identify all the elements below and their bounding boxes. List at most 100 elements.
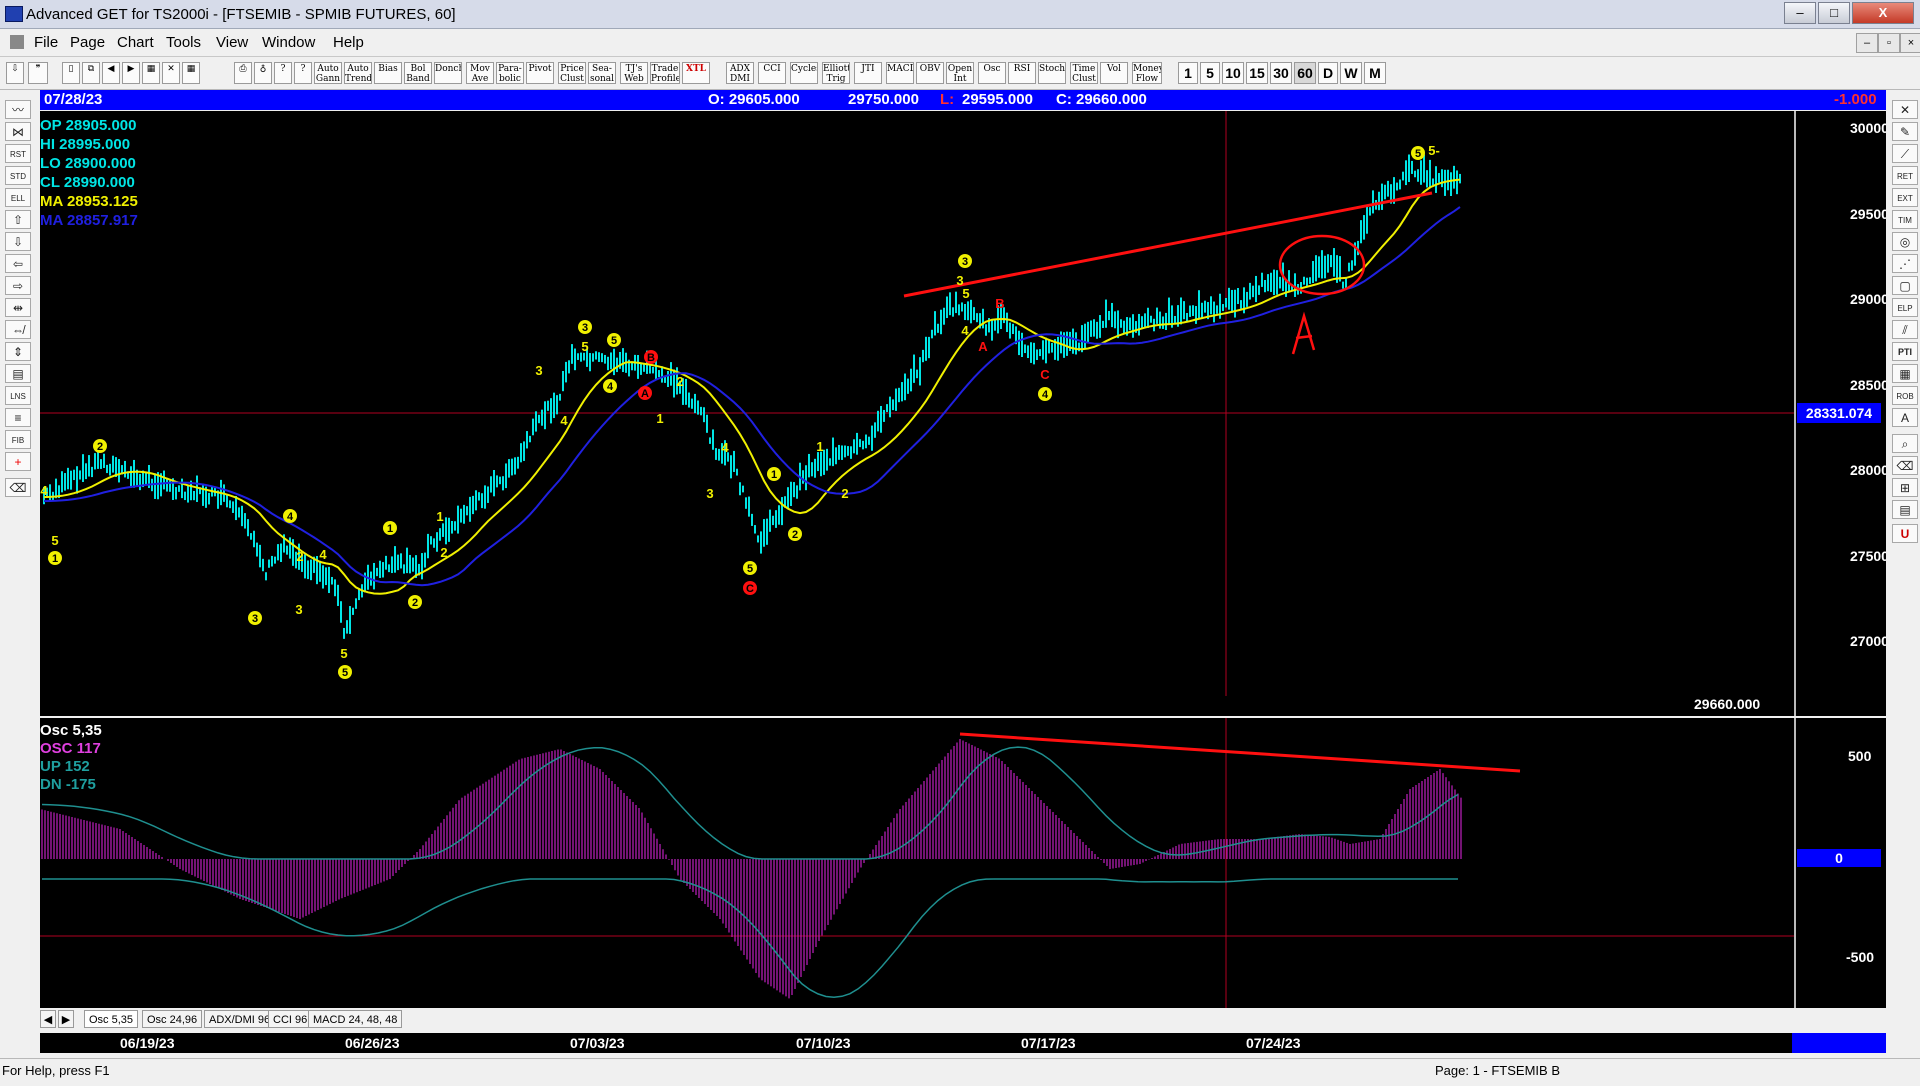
eraser2-icon[interactable]: ⌫ [1892, 456, 1918, 475]
tab-adx-dmi[interactable]: ADX/DMI 96 [204, 1010, 276, 1028]
timeframe-5[interactable]: 5 [1200, 62, 1220, 84]
arrow-up-icon[interactable]: ⇧ [5, 210, 31, 229]
tool-trade-profile[interactable]: Trade Profile [650, 62, 680, 84]
tool-time-clust[interactable]: Time Clust [1070, 62, 1098, 84]
timeframe-60[interactable]: 60 [1294, 62, 1316, 84]
mdi-minimize-button[interactable]: – [1856, 33, 1878, 53]
wave-icon[interactable]: 〰 [5, 100, 31, 119]
arrow-right-icon[interactable]: ⇨ [5, 276, 31, 295]
fib-icon[interactable]: FIB [5, 430, 31, 449]
grid-icon[interactable]: ▦ [142, 62, 160, 84]
crosshair-icon[interactable]: + [5, 452, 31, 471]
vertical-icon[interactable]: ⇕ [5, 342, 31, 361]
lines-icon[interactable]: LNS [5, 386, 31, 405]
fib-ext-icon[interactable]: EXT [1892, 188, 1918, 207]
zoom-icon[interactable]: ⌕ [1892, 434, 1918, 453]
forward-icon[interactable]: ▶ [122, 62, 140, 84]
layout-icon[interactable]: ▤ [5, 364, 31, 383]
timeframe-1[interactable]: 1 [1178, 62, 1198, 84]
quote-icon[interactable]: ❞ [28, 62, 48, 84]
tool-parabolic[interactable]: Para-bolic [496, 62, 524, 84]
pti-icon[interactable]: PTI [1892, 342, 1918, 361]
tool-macd[interactable]: MACD [886, 62, 914, 84]
tool-adx-dmi[interactable]: ADX DMI [726, 62, 754, 84]
tool-xtl[interactable]: XTL [682, 62, 710, 84]
target-icon[interactable]: ◎ [1892, 232, 1918, 251]
tool-auto-gann[interactable]: Auto Gann [314, 62, 342, 84]
tool-bias[interactable]: Bias [374, 62, 402, 84]
tab-osc-5-35[interactable]: Osc 5,35 [84, 1010, 139, 1028]
box-icon[interactable]: ▢ [1892, 276, 1918, 295]
list-icon[interactable]: ▤ [1892, 500, 1918, 519]
help-icon[interactable]: ? [274, 62, 292, 84]
tool-osc[interactable]: Osc [978, 62, 1006, 84]
text-icon[interactable]: A [1892, 408, 1918, 427]
ruler-icon[interactable]: ⊞ [1892, 478, 1918, 497]
pointer-icon[interactable]: ⇩ [6, 62, 24, 84]
tool-donch[interactable]: Donch [434, 62, 462, 84]
context-help-icon[interactable]: ? [294, 62, 312, 84]
tab-macd[interactable]: MACD 24, 48, 48 [308, 1010, 403, 1028]
timeframe-15[interactable]: 15 [1246, 62, 1268, 84]
menu-tools[interactable]: Tools [166, 34, 201, 51]
eraser-icon[interactable]: ⌫ [5, 478, 31, 497]
timeframe-d[interactable]: D [1318, 62, 1338, 84]
mdi-restore-button[interactable]: ▫ [1878, 33, 1900, 53]
print-icon[interactable]: ⎙ [234, 62, 252, 84]
study-icon[interactable]: STD [5, 166, 31, 185]
menu-help[interactable]: Help [333, 34, 364, 51]
tool-vol[interactable]: Vol [1100, 62, 1128, 84]
tool-money-flow[interactable]: Money Flow [1132, 62, 1162, 84]
tab-scroll-left-icon[interactable]: ◀ [40, 1010, 56, 1028]
expand-icon[interactable]: ⇹ [5, 298, 31, 317]
tool-stoch[interactable]: Stoch [1038, 62, 1066, 84]
butterfly-icon[interactable]: ⋈ [5, 122, 31, 141]
table-icon[interactable]: ▦ [1892, 364, 1918, 383]
gann-icon[interactable]: ≡ [5, 408, 31, 427]
tab-cci[interactable]: CCI 96 [268, 1010, 313, 1028]
tool-pivot[interactable]: Pivot [526, 62, 554, 84]
tool-price-clust[interactable]: Price Clust [558, 62, 586, 84]
fib-time-icon[interactable]: TIM [1892, 210, 1918, 229]
tool-jti[interactable]: JTI [854, 62, 882, 84]
document-icon[interactable] [10, 35, 24, 49]
tool-cci[interactable]: CCI [758, 62, 786, 84]
tab-scroll-right-icon[interactable]: ▶ [58, 1010, 74, 1028]
cross-icon[interactable]: ✕ [1892, 100, 1918, 119]
price-chart[interactable]: 451242433551122343554BA214311225C3354BAC… [40, 111, 1886, 716]
timeframe-10[interactable]: 10 [1222, 62, 1244, 84]
tab-osc-24-96[interactable]: Osc 24,96 [142, 1010, 203, 1028]
back-icon[interactable]: ◀ [102, 62, 120, 84]
minimize-button[interactable]: – [1784, 2, 1816, 24]
channel-icon[interactable]: ⫽ [1892, 320, 1918, 339]
arrow-down-icon[interactable]: ⇩ [5, 232, 31, 251]
tool-obv[interactable]: OBV [916, 62, 944, 84]
undo-icon[interactable]: U [1892, 524, 1918, 543]
timeframe-30[interactable]: 30 [1270, 62, 1292, 84]
rob-icon[interactable]: ROB [1892, 386, 1918, 405]
tool-rsi[interactable]: RSI [1008, 62, 1036, 84]
pen-icon[interactable]: ✎ [1892, 122, 1918, 141]
delete-icon[interactable]: ✕ [162, 62, 180, 84]
tool-mov-ave[interactable]: Mov Ave [466, 62, 494, 84]
oscillator-chart[interactable]: Osc 5,35 OSC 117 UP 152 DN -175 500 0 -5… [40, 718, 1886, 1008]
diagonal-icon[interactable]: ⟋ [1892, 144, 1918, 163]
elliott-icon[interactable]: ELL [5, 188, 31, 207]
timeframe-m[interactable]: M [1364, 62, 1386, 84]
tool-bol-band[interactable]: Bol Band [404, 62, 432, 84]
mdi-close-button[interactable]: × [1900, 33, 1920, 53]
fan-icon[interactable]: ⋰ [1892, 254, 1918, 273]
menu-view[interactable]: View [216, 34, 248, 51]
timeframe-w[interactable]: W [1340, 62, 1362, 84]
tool-tjs-web[interactable]: TJ's Web [620, 62, 648, 84]
tool-cycles[interactable]: Cycles [790, 62, 818, 84]
close-button[interactable]: X [1852, 2, 1914, 24]
arrow-left-icon[interactable]: ⇦ [5, 254, 31, 273]
menu-window[interactable]: Window [262, 34, 315, 51]
tool-auto-trend[interactable]: Auto Trend [344, 62, 372, 84]
menu-chart[interactable]: Chart [117, 34, 154, 51]
compress-icon[interactable]: ⇎ [5, 320, 31, 339]
reset-icon[interactable]: RST [5, 144, 31, 163]
menu-file[interactable]: File [34, 34, 58, 51]
new-page-icon[interactable]: ▯ [62, 62, 80, 84]
